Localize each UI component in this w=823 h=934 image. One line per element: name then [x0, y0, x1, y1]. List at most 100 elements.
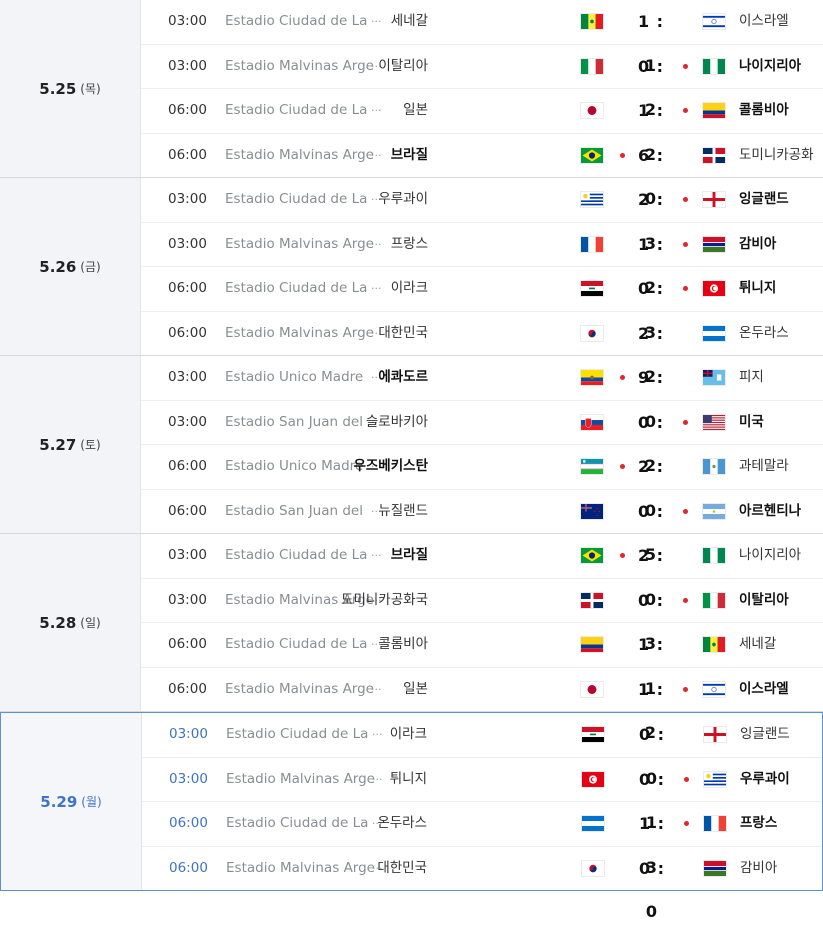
match-row[interactable]: 03:00Estadio Ciudad de La···이라크0 : 0잉글랜드: [142, 713, 822, 758]
winner-dot: [683, 509, 688, 514]
venue-ellipsis: ···: [371, 267, 382, 311]
day-of-week: (금): [80, 258, 100, 275]
away-team[interactable]: 이스라엘: [739, 668, 789, 712]
colombia-flag-icon: [581, 637, 603, 652]
dominican-flag-icon: [581, 593, 603, 608]
colombia-flag-icon: [703, 103, 725, 118]
home-team[interactable]: 이탈리아: [378, 45, 428, 89]
away-team[interactable]: 잉글랜드: [740, 713, 790, 757]
home-team[interactable]: 대한민국: [377, 847, 427, 891]
home-team[interactable]: 슬로바키아: [366, 401, 428, 445]
match-row[interactable]: 06:00Estadio Malvinas Arge···브라질6 : 0도미니…: [141, 134, 823, 178]
england-flag-icon: [704, 727, 726, 742]
venue-ellipsis: ···: [371, 0, 382, 44]
match-row[interactable]: 03:00Estadio Malvinas Arge···프랑스1 : 2감비아: [141, 223, 823, 268]
away-team[interactable]: 세네갈: [739, 623, 776, 667]
match-row[interactable]: 03:00Estadio Malvinas Arge···이탈리아0 : 2나이…: [141, 45, 823, 90]
match-row[interactable]: 03:00Estadio Ciudad de La···세네갈1 : 1이스라엘: [141, 0, 823, 45]
date-cell: 5.28(일): [0, 534, 141, 711]
match-time: 06:00: [168, 134, 207, 178]
home-team[interactable]: 세네갈: [391, 0, 428, 44]
away-team[interactable]: 나이지리아: [739, 534, 801, 578]
gambia-flag-icon: [704, 861, 726, 876]
home-team[interactable]: 일본: [403, 668, 428, 712]
match-row[interactable]: 06:00Estadio Unico Madre···우즈베키스탄2 : 0과테…: [141, 445, 823, 490]
match-row[interactable]: 06:00Estadio Ciudad de La···이라크0 : 3튀니지: [141, 267, 823, 312]
home-team[interactable]: 대한민국: [378, 312, 428, 356]
honduras-flag-icon: [703, 326, 725, 341]
match-row[interactable]: 03:00Estadio Unico Madre···에콰도르9 : 0피지: [141, 356, 823, 401]
match-row[interactable]: 03:00Estadio Ciudad de La···브라질2 : 0나이지리…: [141, 534, 823, 579]
away-team[interactable]: 도미니카공화: [739, 134, 814, 178]
date-cell: 5.25(목): [0, 0, 141, 177]
match-row[interactable]: 03:00Estadio Malvinas Arge···튀니지0 : 1우루과…: [142, 758, 822, 803]
tunisia-flag-icon: [582, 772, 604, 787]
away-team[interactable]: 나이지리아: [739, 45, 801, 89]
match-row[interactable]: 06:00Estadio Ciudad de La···일본1 : 2콜롬비아: [141, 89, 823, 134]
match-schedule: 5.25(목)03:00Estadio Ciudad de La···세네갈1 …: [0, 0, 823, 891]
match-row[interactable]: 06:00Estadio Malvinas Arge···대한민국2 : 2온두…: [141, 312, 823, 356]
match-time: 06:00: [168, 668, 207, 712]
away-team[interactable]: 우루과이: [740, 758, 790, 802]
home-team[interactable]: 우즈베키스탄: [353, 445, 428, 489]
match-venue: Estadio Malvinas Arge: [225, 134, 385, 178]
match-row[interactable]: 03:00Estadio Malvinas Arge···도미니카공화국0 : …: [141, 579, 823, 624]
match-venue: Estadio Malvinas Arge: [225, 45, 385, 89]
home-team[interactable]: 온두라스: [377, 802, 427, 846]
fiji-flag-icon: [703, 370, 725, 385]
home-team[interactable]: 브라질: [391, 534, 428, 578]
winner-dot: [620, 153, 625, 158]
home-team[interactable]: 튀니지: [390, 758, 427, 802]
match-time: 03:00: [168, 0, 207, 44]
away-team[interactable]: 피지: [739, 356, 764, 400]
match-row[interactable]: 03:00Estadio Ciudad de La···우루과이2 : 3잉글랜…: [141, 178, 823, 223]
match-row[interactable]: 06:00Estadio Malvinas Arge···일본1 : 2이스라엘: [141, 668, 823, 712]
slovakia-flag-icon: [581, 415, 603, 430]
away-team[interactable]: 미국: [739, 401, 764, 445]
home-team[interactable]: 일본: [403, 89, 428, 133]
match-row[interactable]: 06:00Estadio Malvinas Arge···대한민국0 : 0감비…: [142, 847, 822, 891]
usa-flag-icon: [703, 415, 725, 430]
korea-flag-icon: [582, 861, 604, 876]
ecuador-flag-icon: [581, 370, 603, 385]
home-team[interactable]: 이라크: [391, 267, 428, 311]
away-team[interactable]: 튀니지: [739, 267, 776, 311]
home-team[interactable]: 도미니카공화국: [341, 579, 428, 623]
japan-flag-icon: [581, 103, 603, 118]
away-team[interactable]: 프랑스: [740, 802, 777, 846]
match-row[interactable]: 06:00Estadio Ciudad de La···콜롬비아1 : 1세네갈: [141, 623, 823, 668]
match-row[interactable]: 06:00Estadio San Juan del···뉴질랜드0 : 5아르헨…: [141, 490, 823, 534]
away-team[interactable]: 감비아: [740, 847, 777, 891]
match-venue: Estadio Ciudad de La: [225, 623, 385, 667]
match-row[interactable]: 06:00Estadio Ciudad de La···온두라스1 : 3프랑스: [142, 802, 822, 847]
match-row[interactable]: 03:00Estadio San Juan del···슬로바키아0 : 2미국: [141, 401, 823, 446]
honduras-flag-icon: [582, 816, 604, 831]
home-team[interactable]: 브라질: [391, 134, 428, 178]
away-team[interactable]: 과테말라: [739, 445, 789, 489]
home-team[interactable]: 에콰도르: [378, 356, 428, 400]
home-team[interactable]: 콜롬비아: [378, 623, 428, 667]
away-team[interactable]: 온두라스: [739, 312, 789, 356]
match-time: 03:00: [169, 758, 208, 802]
match-score[interactable]: 0 : 0: [632, 847, 672, 934]
home-team[interactable]: 프랑스: [391, 223, 428, 267]
away-team[interactable]: 이스라엘: [739, 0, 789, 44]
home-team[interactable]: 우루과이: [378, 178, 428, 222]
match-venue: Estadio Malvinas Arge: [225, 312, 385, 356]
away-team[interactable]: 이탈리아: [739, 579, 789, 623]
date-cell: 5.26(금): [0, 178, 141, 355]
winner-dot: [683, 598, 688, 603]
date-cell: 5.27(토): [0, 356, 141, 533]
day-group: 5.25(목)03:00Estadio Ciudad de La···세네갈1 …: [0, 0, 823, 178]
match-venue: Estadio San Juan del: [225, 401, 385, 445]
home-team[interactable]: 이라크: [390, 713, 427, 757]
away-team[interactable]: 콜롬비아: [739, 89, 789, 133]
away-team[interactable]: 잉글랜드: [739, 178, 789, 222]
match-time: 03:00: [168, 223, 207, 267]
away-team[interactable]: 아르헨티나: [739, 490, 801, 534]
home-team[interactable]: 뉴질랜드: [378, 490, 428, 534]
away-team[interactable]: 감비아: [739, 223, 776, 267]
england-flag-icon: [703, 192, 725, 207]
venue-ellipsis: ···: [371, 668, 382, 712]
match-time: 03:00: [168, 401, 207, 445]
